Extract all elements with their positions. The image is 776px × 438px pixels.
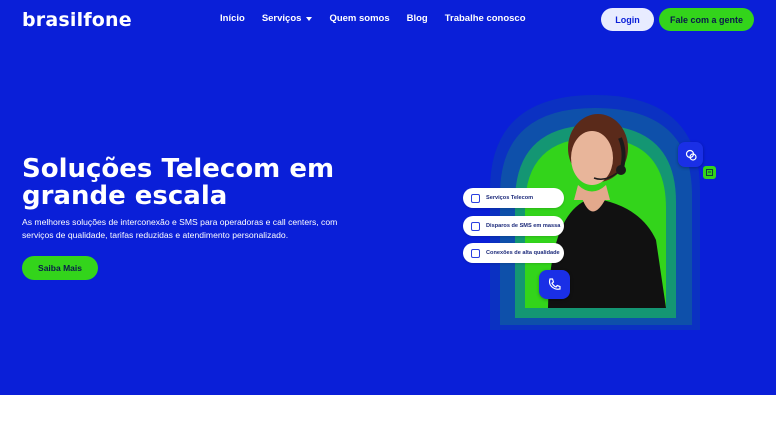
nav-item-label: Serviços: [261, 13, 302, 24]
nav-item-label: Trabalhe conosco: [444, 13, 526, 24]
nav-item-label: Blog: [406, 13, 428, 24]
feature-pill-connections: Conexões de alta qualidade: [463, 243, 564, 263]
nav-item-trabalhe-conosco[interactable]: Trabalhe conosco: [445, 13, 526, 24]
nav-item-blog[interactable]: Blog: [407, 13, 428, 24]
list-icon: [706, 169, 713, 176]
hero-subtitle: As melhores soluções de interconexão e S…: [22, 217, 338, 240]
message-badge: [703, 166, 716, 179]
contact-button[interactable]: Fale com a gente: [659, 8, 754, 31]
feature-label: Disparos de SMS em massa: [486, 223, 561, 229]
hero-section: brasilfone Início Serviços Quem somos Bl…: [0, 0, 776, 395]
face-shape: [571, 131, 613, 185]
brand-logo[interactable]: brasilfone: [22, 9, 132, 31]
nav-item-label: Início: [220, 13, 245, 24]
login-button[interactable]: Login: [601, 8, 654, 31]
phone-icon: [548, 278, 561, 290]
learn-more-button[interactable]: Saiba Mais: [22, 256, 98, 280]
nav-item-inicio[interactable]: Início: [220, 13, 245, 24]
chat-icon: [685, 149, 697, 161]
main-nav: Início Serviços Quem somos Blog Trabalhe…: [220, 13, 543, 24]
send-icon: [471, 221, 480, 231]
chat-badge: [678, 142, 703, 167]
phone-badge: [539, 270, 570, 299]
headset-earpiece-shape: [616, 165, 626, 175]
feature-label: Conexões de alta qualidade: [486, 250, 560, 256]
feature-label: Serviços Telecom: [486, 195, 534, 201]
feature-pill-telecom: Serviços Telecom: [463, 188, 564, 208]
feature-pill-sms: Disparos de SMS em massa: [463, 216, 564, 236]
network-icon: [471, 248, 480, 258]
chevron-down-icon: [306, 16, 313, 21]
nav-item-quem-somos[interactable]: Quem somos: [329, 13, 389, 24]
hero-title: Soluções Telecom em grande escala: [22, 154, 335, 211]
phone-icon: [471, 193, 480, 203]
nav-item-servicos[interactable]: Serviços: [262, 13, 313, 24]
nav-item-label: Quem somos: [329, 13, 390, 24]
